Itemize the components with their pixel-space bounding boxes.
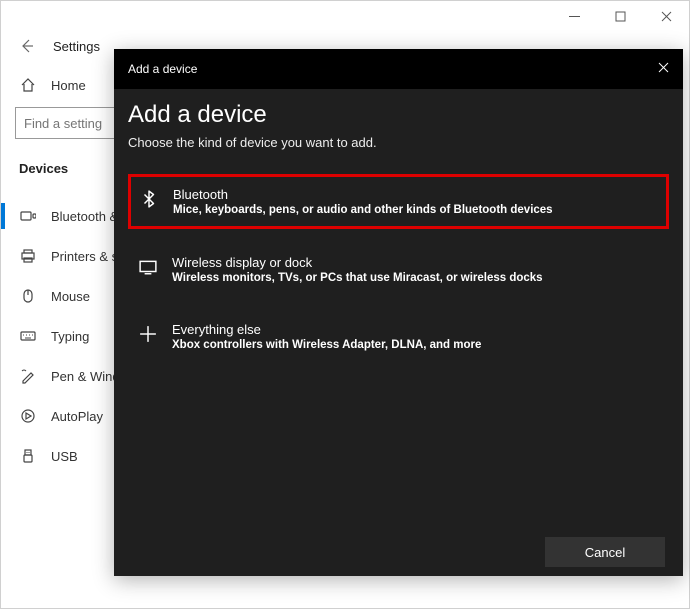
option-desc: Wireless monitors, TVs, or PCs that use … [172, 272, 543, 284]
nav-label: AutoPlay [51, 409, 103, 424]
option-desc: Xbox controllers with Wireless Adapter, … [172, 339, 481, 351]
pen-icon [19, 368, 37, 384]
modal-footer: Cancel [114, 528, 683, 576]
cancel-button[interactable]: Cancel [545, 537, 665, 567]
bluetooth-icon [139, 189, 159, 209]
back-arrow-icon[interactable] [19, 38, 35, 54]
monitor-icon [138, 257, 158, 277]
option-title: Wireless display or dock [172, 255, 543, 270]
option-bluetooth[interactable]: Bluetooth Mice, keyboards, pens, or audi… [128, 174, 669, 229]
maximize-button[interactable] [597, 1, 643, 31]
modal-header: Add a device [114, 49, 683, 89]
option-everything-else[interactable]: Everything else Xbox controllers with Wi… [128, 310, 669, 363]
modal-heading: Add a device [128, 101, 669, 129]
settings-title: Settings [53, 39, 100, 54]
close-button[interactable] [643, 1, 689, 31]
nav-label: USB [51, 449, 78, 464]
option-wireless-display[interactable]: Wireless display or dock Wireless monito… [128, 243, 669, 296]
minimize-button[interactable] [551, 1, 597, 31]
add-device-modal: Add a device Add a device Choose the kin… [114, 49, 683, 576]
option-title: Everything else [172, 322, 481, 337]
home-icon [19, 77, 37, 93]
home-label: Home [51, 78, 86, 93]
usb-icon [19, 448, 37, 464]
keyboard-icon [19, 328, 37, 344]
plus-icon [138, 324, 158, 344]
modal-title: Add a device [128, 62, 197, 76]
option-title: Bluetooth [173, 187, 553, 202]
modal-close-button[interactable] [639, 60, 669, 78]
window-titlebar [1, 1, 689, 31]
option-desc: Mice, keyboards, pens, or audio and othe… [173, 204, 553, 216]
mouse-icon [19, 288, 37, 304]
autoplay-icon [19, 408, 37, 424]
nav-label: Typing [51, 329, 89, 344]
nav-label: Mouse [51, 289, 90, 304]
modal-subtitle: Choose the kind of device you want to ad… [128, 135, 669, 150]
bluetooth-icon [19, 208, 37, 224]
printer-icon [19, 248, 37, 264]
